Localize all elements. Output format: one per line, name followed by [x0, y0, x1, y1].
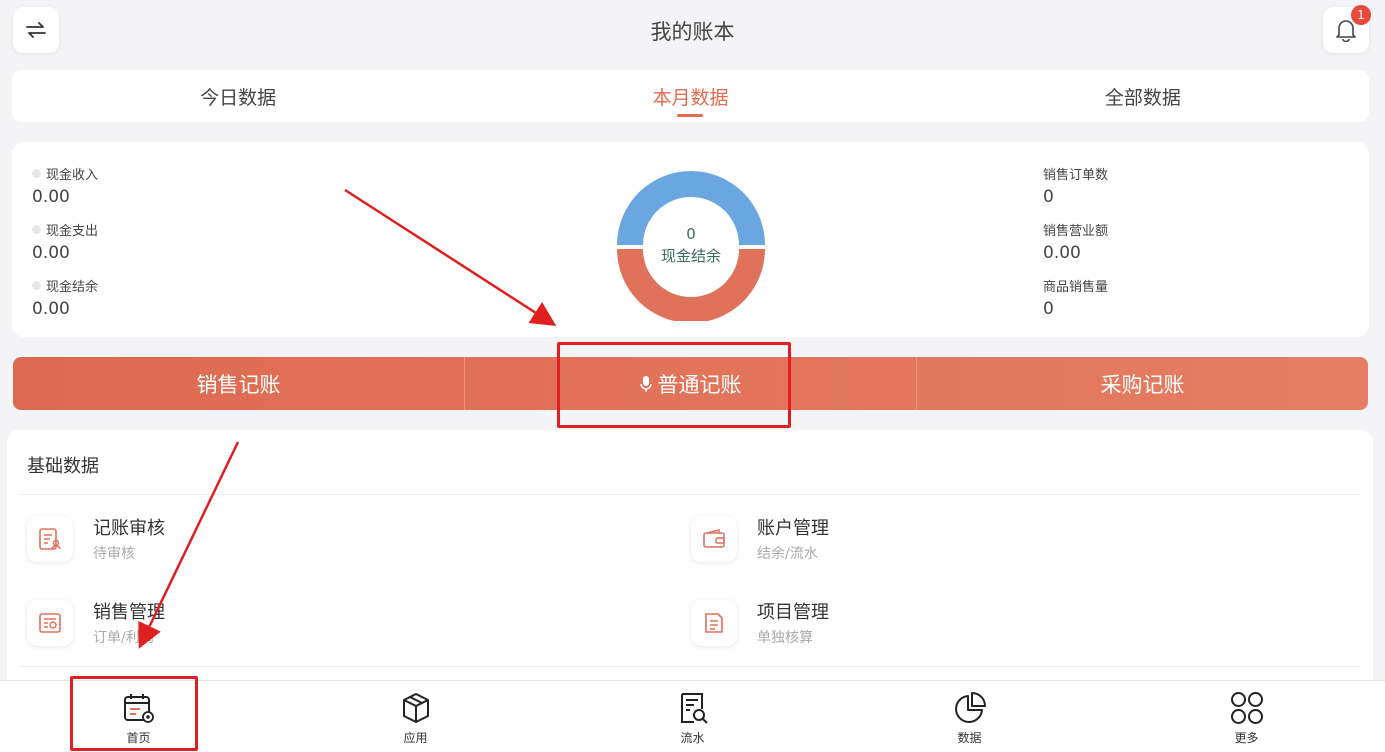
stat-cash-expense: 现金支出 0.00 — [32, 220, 98, 263]
pie-chart-icon — [954, 692, 986, 723]
divider — [19, 666, 1361, 667]
func-sub: 订单/利润 — [93, 630, 154, 646]
stat-cash-income: 现金收入 0.00 — [32, 164, 98, 207]
nav-label: 流水 — [680, 731, 705, 745]
func-name: 项目管理 — [757, 602, 829, 623]
func-name: 销售管理 — [93, 602, 165, 623]
nav-label: 更多 — [1234, 731, 1259, 745]
header: 我的账本 1 — [0, 0, 1385, 62]
nav-ledger[interactable]: 流水 — [554, 681, 831, 752]
nav-more[interactable]: 更多 — [1108, 681, 1385, 752]
nav-label: 数据 — [957, 731, 982, 745]
stat-label: 商品销售量 — [1043, 280, 1109, 295]
basic-data-card: 基础数据 记账审核 待审核 账户管理 结余/流水 销售管理 订单/利润 项目管理… — [7, 430, 1373, 690]
purchase-bookkeeping-button[interactable]: 采购记账 — [917, 357, 1368, 410]
stat-sales-revenue: 销售营业额 0.00 — [1043, 220, 1108, 263]
legend-dot — [32, 225, 41, 234]
func-sub: 待审核 — [93, 546, 135, 562]
stat-cash-balance: 现金结余 0.00 — [32, 276, 98, 319]
func-account[interactable]: 账户管理 结余/流水 — [691, 514, 829, 563]
stat-label: 现金收入 — [46, 168, 99, 183]
stat-sales-orders: 销售订单数 0 — [1043, 164, 1108, 207]
action-label: 销售记账 — [196, 372, 281, 397]
sales-icon — [27, 599, 73, 646]
donut-value: 0 — [686, 224, 696, 243]
stat-label: 销售营业额 — [1043, 224, 1109, 239]
nav-apps[interactable]: 应用 — [277, 681, 554, 752]
highlight-box-home-nav — [70, 676, 198, 751]
stat-value: 0.00 — [32, 299, 70, 319]
func-name: 账户管理 — [757, 518, 829, 539]
wallet-icon — [691, 515, 737, 562]
legend-dot — [32, 281, 41, 290]
action-label: 采购记账 — [1100, 372, 1185, 397]
stat-value: 0.00 — [1043, 243, 1081, 263]
highlight-box-general-bookkeeping — [557, 342, 791, 428]
stat-product-sales: 商品销售量 0 — [1043, 276, 1108, 319]
func-project[interactable]: 项目管理 单独核算 — [691, 598, 829, 647]
stat-label: 现金支出 — [46, 224, 99, 239]
func-audit[interactable]: 记账审核 待审核 — [27, 514, 165, 563]
cash-balance-donut: 0 现金结余 — [615, 169, 767, 323]
tab-month[interactable]: 本月数据 — [464, 70, 916, 122]
stat-value: 0 — [1043, 299, 1054, 319]
project-icon — [691, 599, 737, 646]
func-sub: 结余/流水 — [757, 546, 818, 562]
notification-button[interactable]: 1 — [1323, 5, 1371, 53]
stat-value: 0.00 — [32, 243, 70, 263]
cube-icon — [402, 693, 429, 723]
section-title: 基础数据 — [27, 456, 99, 477]
divider — [19, 494, 1361, 495]
func-sales[interactable]: 销售管理 订单/利润 — [27, 598, 165, 647]
stats-card: 现金收入 0.00 现金支出 0.00 现金结余 0.00 0 现金结余 销售订… — [12, 142, 1369, 337]
audit-icon — [27, 515, 73, 562]
func-name: 记账审核 — [93, 518, 165, 539]
nav-data[interactable]: 数据 — [831, 681, 1108, 752]
grid-icon — [1230, 692, 1263, 724]
stat-label: 现金结余 — [46, 280, 99, 295]
period-tabs: 今日数据 本月数据 全部数据 — [12, 70, 1369, 122]
donut-center: 0 现金结余 — [615, 169, 767, 321]
stat-value: 0 — [1043, 187, 1054, 207]
tab-today[interactable]: 今日数据 — [12, 70, 464, 122]
notification-badge: 1 — [1351, 5, 1371, 25]
ledger-search-icon — [680, 693, 708, 724]
stat-label: 销售订单数 — [1043, 168, 1109, 183]
stat-value: 0.00 — [32, 187, 70, 207]
tab-all[interactable]: 全部数据 — [917, 70, 1369, 122]
sales-bookkeeping-button[interactable]: 销售记账 — [13, 357, 465, 410]
donut-label: 现金结余 — [660, 246, 721, 265]
func-sub: 单独核算 — [757, 630, 813, 646]
nav-label: 应用 — [403, 731, 428, 745]
bottom-nav: 首页 应用 流水 数据 更多 — [0, 680, 1385, 752]
page-title: 我的账本 — [650, 20, 735, 44]
legend-dot — [32, 169, 41, 178]
